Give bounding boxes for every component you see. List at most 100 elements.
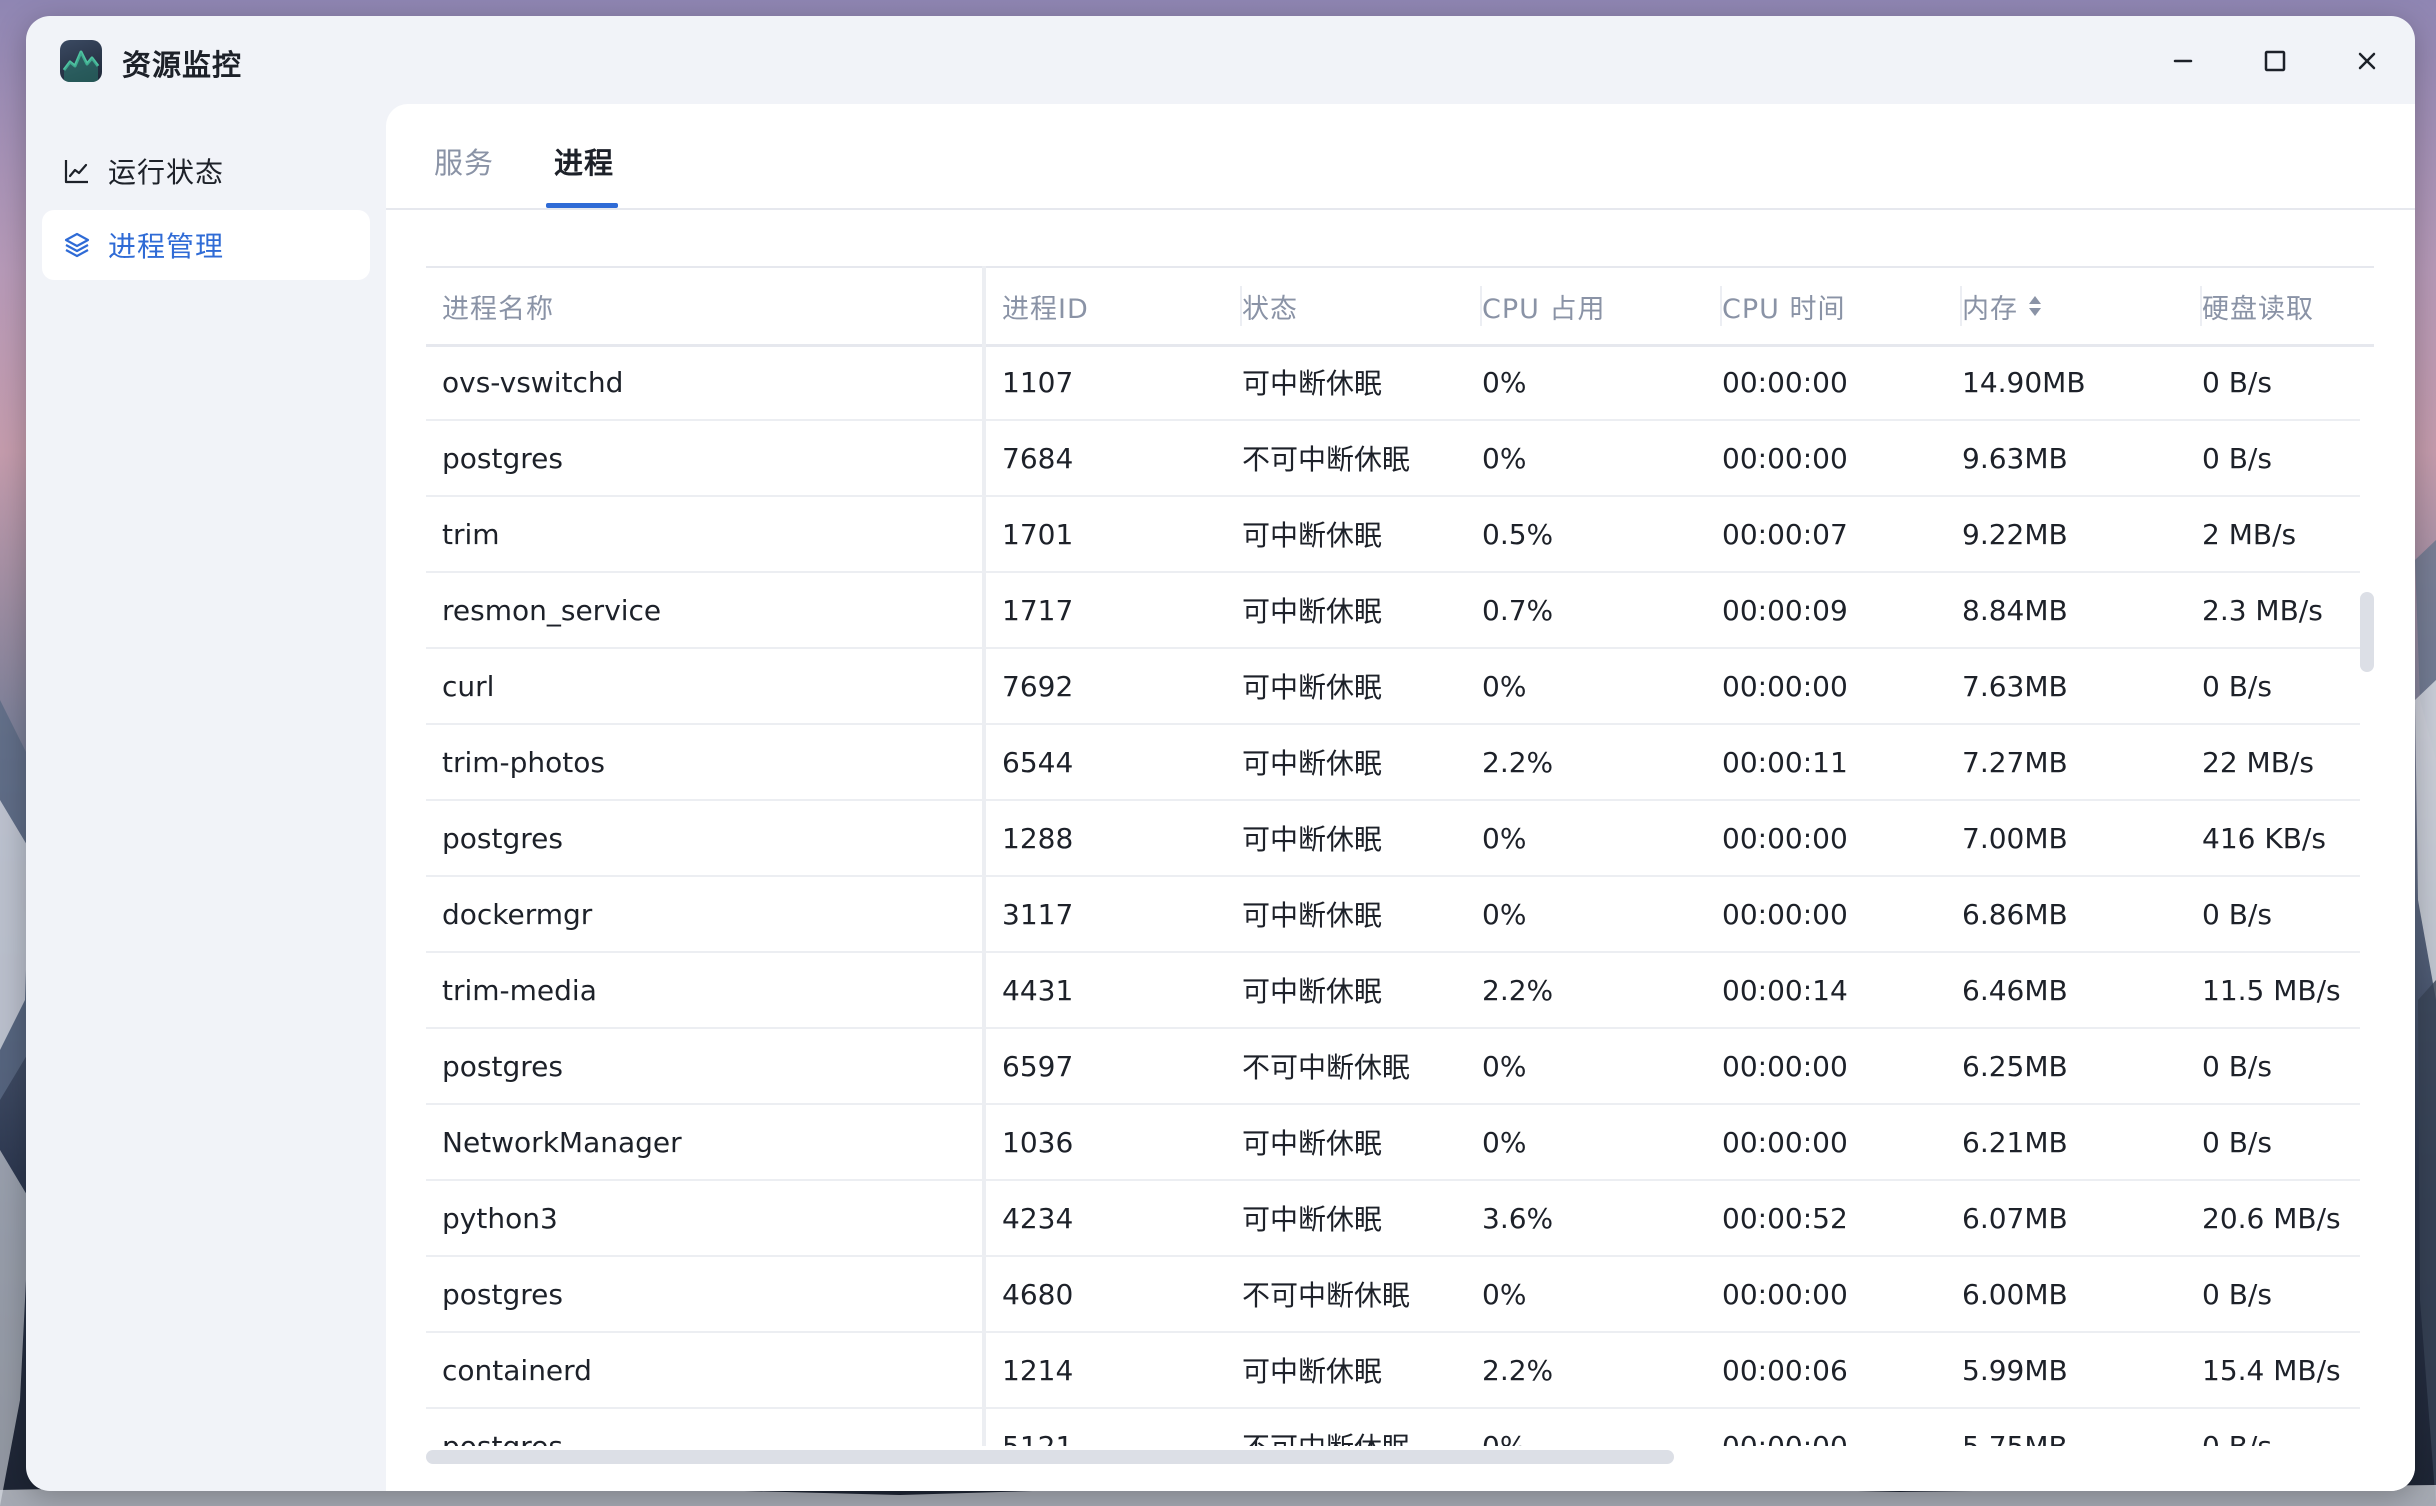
cell-disk-read: 2.3 MB/s <box>2202 593 2323 627</box>
sidebar: 运行状态 进程管理 <box>26 104 386 1491</box>
table-row[interactable]: resmon_service 1717 可中断休眠 0.7% 00:00:09 8.84M… <box>426 573 2360 649</box>
table-row[interactable]: ovs-vswitchd 1107 可中断休眠 0% 00:00:00 14.90MB 0 … <box>426 345 2360 421</box>
table-row[interactable]: containerd 1214 可中断休眠 2.2% 00:00:06 5.99MB 15.… <box>426 1333 2360 1409</box>
tab-bar: 服务 进程 <box>386 104 2415 210</box>
cell-disk-read: 2 MB/s <box>2202 517 2297 551</box>
tab-processes[interactable]: 进程 <box>554 140 614 182</box>
cell-disk-read: 0 B/s <box>2202 669 2272 703</box>
cell-cpu-usage: 2.2% <box>1482 973 1554 1007</box>
cell-disk-read: 20.6 MB/s <box>2202 1201 2341 1235</box>
cell-process-name: postgres <box>442 1277 563 1311</box>
column-header-cpu-usage[interactable]: CPU 占用 <box>1482 268 1605 344</box>
cell-pid: 5121 <box>1002 1429 1074 1447</box>
cell-cpu-time: 00:00:52 <box>1722 1201 1848 1235</box>
cell-memory: 6.00MB <box>1962 1277 2068 1311</box>
table-row[interactable]: NetworkManager 1036 可中断休眠 0% 00:00:00 6.21MB 0… <box>426 1105 2360 1181</box>
cell-process-name: postgres <box>442 1049 563 1083</box>
table-row[interactable]: postgres 4680 不可中断休眠 0% 00:00:00 6.00MB 0 B/s <box>426 1257 2360 1333</box>
cell-disk-read: 0 B/s <box>2202 1277 2272 1311</box>
table-row[interactable]: postgres 7684 不可中断休眠 0% 00:00:00 9.63MB 0 B/s <box>426 421 2360 497</box>
sidebar-item-status[interactable]: 运行状态 <box>42 136 370 206</box>
cell-memory: 6.07MB <box>1962 1201 2068 1235</box>
column-header-disk-read[interactable]: 硬盘读取 <box>2202 268 2314 344</box>
cell-process-name: ovs-vswitchd <box>442 365 624 399</box>
cell-process-name: python3 <box>442 1201 558 1235</box>
horizontal-scrollbar[interactable] <box>426 1450 1674 1464</box>
cell-memory: 6.46MB <box>1962 973 2068 1007</box>
table-row[interactable]: postgres 6597 不可中断休眠 0% 00:00:00 6.25MB 0 B/s <box>426 1029 2360 1105</box>
table-header: 进程名称 进程ID 状态 CPU 占用 CPU 时间 内存 硬盘读取 <box>426 266 2374 347</box>
table-row[interactable]: postgres 5121 不可中断休眠 0% 00:00:00 5.75MB 0 B/s <box>426 1409 2360 1447</box>
minimize-button[interactable] <box>2160 38 2206 84</box>
cell-pid: 7684 <box>1002 441 1074 475</box>
sort-icon <box>2029 296 2041 316</box>
maximize-button[interactable] <box>2252 38 2298 84</box>
cell-pid: 4431 <box>1002 973 1074 1007</box>
cell-state: 可中断休眠 <box>1242 1127 1383 1160</box>
cell-disk-read: 0 B/s <box>2202 1125 2272 1159</box>
cell-memory: 7.00MB <box>1962 821 2068 855</box>
cell-memory: 7.63MB <box>1962 669 2068 703</box>
cell-cpu-time: 00:00:00 <box>1722 1429 1848 1447</box>
cell-memory: 9.63MB <box>1962 441 2068 475</box>
column-header-name[interactable]: 进程名称 <box>442 268 554 344</box>
cell-process-name: postgres <box>442 441 563 475</box>
close-icon <box>2358 52 2376 70</box>
cell-pid: 4234 <box>1002 1201 1074 1235</box>
cell-memory: 6.25MB <box>1962 1049 2068 1083</box>
cell-cpu-usage: 0% <box>1482 1429 1527 1447</box>
vertical-scrollbar[interactable] <box>2360 592 2374 672</box>
cell-memory: 8.84MB <box>1962 593 2068 627</box>
cell-cpu-usage: 2.2% <box>1482 1353 1554 1387</box>
tab-services[interactable]: 服务 <box>434 140 494 182</box>
cell-process-name: trim-photos <box>442 745 605 779</box>
table-row[interactable]: dockermgr 3117 可中断休眠 0% 00:00:00 6.86MB 0 B/s <box>426 877 2360 953</box>
table-row[interactable]: python3 4234 可中断休眠 3.6% 00:00:52 6.07MB 20.6 M… <box>426 1181 2360 1257</box>
app-window: 资源监控 运行状态 进程管理 服务 进程 进程名称 进程ID 状态 CPU 占用… <box>26 16 2415 1491</box>
table-row[interactable]: trim 1701 可中断休眠 0.5% 00:00:07 9.22MB 2 MB/s <box>426 497 2360 573</box>
column-header-state[interactable]: 状态 <box>1242 268 1298 344</box>
cell-disk-read: 0 B/s <box>2202 1049 2272 1083</box>
cell-cpu-time: 00:00:11 <box>1722 745 1848 779</box>
cell-cpu-time: 00:00:00 <box>1722 365 1848 399</box>
cell-disk-read: 11.5 MB/s <box>2202 973 2341 1007</box>
cell-pid: 1107 <box>1002 365 1074 399</box>
cell-memory: 7.27MB <box>1962 745 2068 779</box>
cell-cpu-usage: 0% <box>1482 1125 1527 1159</box>
cell-state: 可中断休眠 <box>1242 975 1383 1008</box>
column-header-cpu-time[interactable]: CPU 时间 <box>1722 268 1845 344</box>
cell-process-name: curl <box>442 669 495 703</box>
cell-state: 可中断休眠 <box>1242 823 1383 856</box>
cell-state: 可中断休眠 <box>1242 595 1383 628</box>
cell-memory: 5.99MB <box>1962 1353 2068 1387</box>
cell-cpu-time: 00:00:00 <box>1722 897 1848 931</box>
table-row[interactable]: trim-photos 6544 可中断休眠 2.2% 00:00:11 7.27MB 22… <box>426 725 2360 801</box>
cell-state: 可中断休眠 <box>1242 899 1383 932</box>
cell-cpu-time: 00:00:00 <box>1722 441 1848 475</box>
cell-process-name: trim <box>442 517 500 551</box>
cell-state: 不可中断休眠 <box>1242 1279 1411 1312</box>
table-row[interactable]: curl 7692 可中断休眠 0% 00:00:00 7.63MB 0 B/s <box>426 649 2360 725</box>
cell-cpu-time: 00:00:00 <box>1722 1277 1848 1311</box>
cell-disk-read: 0 B/s <box>2202 897 2272 931</box>
cell-state: 不可中断休眠 <box>1242 1051 1411 1084</box>
table-row[interactable]: trim-media 4431 可中断休眠 2.2% 00:00:14 6.46MB 11.… <box>426 953 2360 1029</box>
cell-process-name: postgres <box>442 821 563 855</box>
cell-pid: 1288 <box>1002 821 1074 855</box>
table-row[interactable]: postgres 1288 可中断休眠 0% 00:00:00 7.00MB 416 KB/… <box>426 801 2360 877</box>
active-tab-indicator <box>546 203 618 208</box>
close-button[interactable] <box>2344 38 2390 84</box>
sidebar-item-label: 进程管理 <box>108 230 225 263</box>
cell-cpu-time: 00:00:00 <box>1722 669 1848 703</box>
cell-process-name: trim-media <box>442 973 597 1007</box>
cell-disk-read: 15.4 MB/s <box>2202 1353 2341 1387</box>
cell-state: 可中断休眠 <box>1242 1355 1383 1388</box>
cell-cpu-time: 00:00:06 <box>1722 1353 1848 1387</box>
column-header-memory[interactable]: 内存 <box>1962 268 2044 344</box>
table-body: ovs-vswitchd 1107 可中断休眠 0% 00:00:00 14.90MB 0 … <box>426 345 2360 1446</box>
sidebar-item-label: 运行状态 <box>108 156 225 189</box>
cell-cpu-time: 00:00:14 <box>1722 973 1848 1007</box>
cell-disk-read: 416 KB/s <box>2202 821 2326 855</box>
column-header-pid[interactable]: 进程ID <box>1002 268 1089 344</box>
sidebar-item-process-management[interactable]: 进程管理 <box>42 210 370 280</box>
